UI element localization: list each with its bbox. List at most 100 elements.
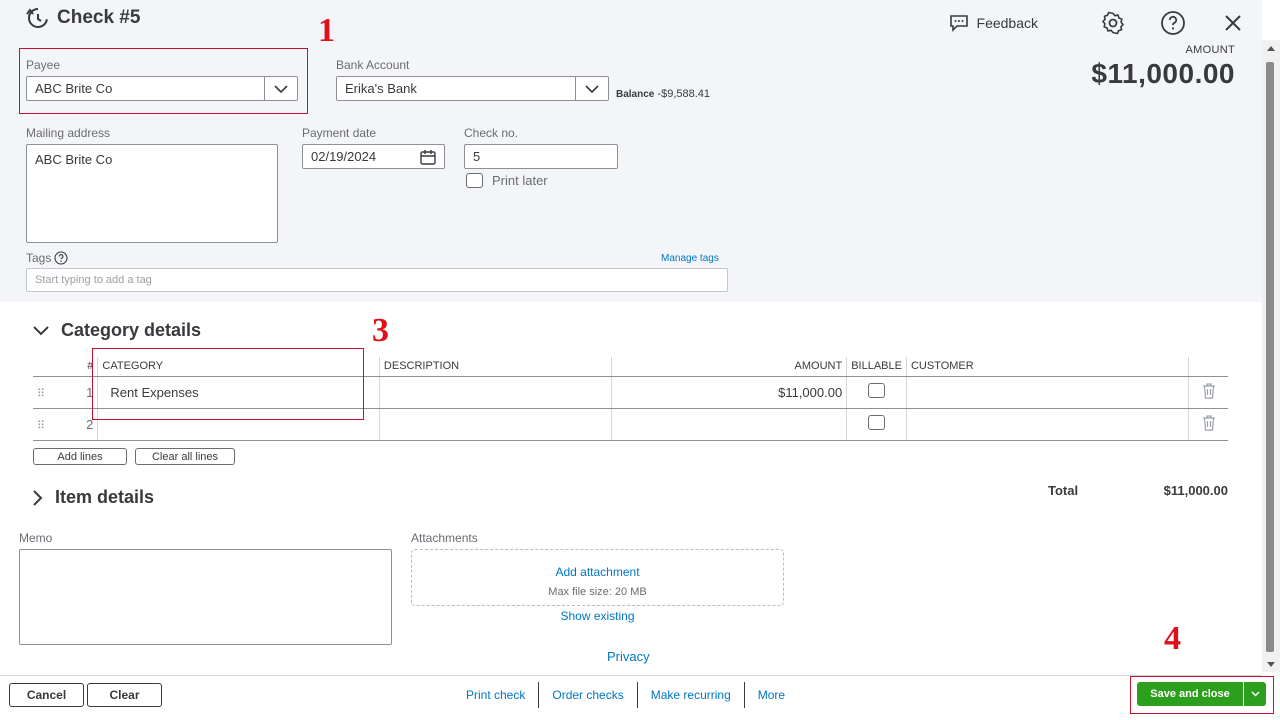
make-recurring-link[interactable]: Make recurring	[636, 682, 744, 708]
bank-account-select[interactable]: Erika's Bank	[336, 76, 609, 101]
description-cell[interactable]	[379, 408, 612, 441]
attachment-dropzone[interactable]: Add attachment Max file size: 20 MB	[411, 549, 784, 606]
scroll-down-icon[interactable]	[1267, 662, 1275, 668]
feedback-label: Feedback	[976, 15, 1038, 31]
col-header-billable: BILLABLE	[846, 357, 907, 377]
annotation-box-4	[1130, 676, 1274, 714]
customer-cell[interactable]	[906, 408, 1190, 441]
attachments-label: Attachments	[411, 531, 478, 545]
page-title: Check #5	[25, 6, 140, 30]
check-title: Check #5	[57, 7, 141, 28]
trash-icon	[1202, 382, 1215, 399]
drag-handle[interactable]: ⠿	[33, 408, 66, 441]
max-file-size: Max file size: 20 MB	[548, 586, 647, 598]
description-cell[interactable]	[379, 376, 612, 409]
mailing-address-label: Mailing address	[26, 126, 111, 140]
tags-label-group: Tags	[26, 251, 68, 265]
feedback-button[interactable]: Feedback	[949, 14, 1038, 32]
mailing-address-value: ABC Brite Co	[35, 152, 113, 167]
bank-dropdown-button[interactable]	[575, 77, 608, 100]
delete-row-button[interactable]	[1188, 376, 1228, 409]
item-details-header[interactable]: Item details	[33, 487, 154, 508]
amount-value: $11,000.00	[1091, 58, 1235, 89]
col-header-customer[interactable]: CUSTOMER	[906, 357, 1190, 377]
help-button[interactable]	[1160, 10, 1186, 36]
check-number-value: 5	[473, 149, 481, 164]
balance-value: -$9,588.41	[657, 88, 711, 100]
col-header-amount[interactable]: AMOUNT	[611, 357, 848, 377]
print-later-label: Print later	[492, 173, 548, 188]
help-icon	[1161, 11, 1185, 35]
gear-icon	[1101, 11, 1125, 35]
scrollbar-thumb[interactable]	[1266, 62, 1274, 652]
cancel-button[interactable]: Cancel	[9, 683, 84, 707]
total-label: Total	[1048, 483, 1079, 498]
mailing-address-field[interactable]: ABC Brite Co	[26, 144, 278, 243]
scroll-up-icon[interactable]	[1267, 45, 1275, 51]
chevron-down-icon	[585, 84, 599, 93]
category-details-header[interactable]: Category details	[33, 320, 201, 341]
annotation-number-4: 4	[1164, 620, 1181, 657]
close-icon	[1225, 15, 1241, 31]
total-value: $11,000.00	[1163, 483, 1228, 498]
amount-cell[interactable]	[611, 408, 848, 441]
history-icon[interactable]	[25, 6, 49, 30]
manage-tags-link[interactable]: Manage tags	[661, 253, 719, 264]
clear-button[interactable]: Clear	[87, 683, 162, 707]
billable-cell[interactable]	[846, 376, 907, 409]
help-icon[interactable]	[54, 251, 68, 265]
print-later-option[interactable]: Print later	[466, 173, 548, 188]
print-later-checkbox[interactable]	[466, 173, 483, 188]
privacy-link[interactable]: Privacy	[607, 649, 650, 664]
check-number-label: Check no.	[464, 126, 519, 140]
billable-checkbox[interactable]	[868, 415, 886, 430]
check-number-field[interactable]: 5	[464, 144, 618, 169]
payment-date-value: 02/19/2024	[311, 149, 377, 164]
grip-icon: ⠿	[37, 387, 45, 400]
billable-cell[interactable]	[846, 408, 907, 441]
annotation-box-3	[92, 348, 364, 420]
customer-cell[interactable]	[906, 376, 1190, 409]
balance-label: Balance	[616, 89, 655, 100]
order-checks-link[interactable]: Order checks	[538, 682, 636, 708]
add-lines-button[interactable]: Add lines	[33, 448, 127, 465]
payment-date-label: Payment date	[302, 126, 377, 140]
category-details-title: Category details	[61, 320, 202, 340]
tags-input[interactable]: Start typing to add a tag	[26, 268, 728, 292]
drag-col-header	[33, 357, 66, 377]
drag-handle[interactable]: ⠿	[33, 376, 66, 409]
chevron-right-icon	[33, 489, 43, 506]
annotation-box-1	[19, 48, 308, 114]
tags-placeholder: Start typing to add a tag	[35, 274, 152, 286]
add-attachment-link[interactable]: Add attachment	[412, 565, 783, 579]
billable-checkbox[interactable]	[868, 383, 886, 398]
delete-col-header	[1188, 357, 1228, 377]
header-toolbar: Feedback	[949, 10, 1246, 36]
payment-date-field[interactable]: 02/19/2024	[302, 144, 445, 169]
calendar-icon[interactable]	[420, 150, 436, 165]
feedback-icon	[949, 15, 968, 32]
balance-display: Balance -$9,588.41	[616, 88, 710, 100]
bank-account-value: Erika's Bank	[345, 81, 417, 96]
clear-all-lines-button[interactable]: Clear all lines	[135, 448, 235, 465]
scrollbar[interactable]	[1262, 40, 1280, 672]
tags-label: Tags	[26, 251, 52, 265]
chevron-down-icon	[33, 325, 49, 335]
show-existing-link[interactable]: Show existing	[411, 609, 784, 623]
settings-button[interactable]	[1100, 10, 1126, 36]
more-link[interactable]: More	[743, 682, 798, 708]
amount-cell[interactable]: $11,000.00	[611, 376, 848, 409]
print-check-link[interactable]: Print check	[453, 682, 538, 708]
footer-bar: Cancel Clear Print check Order checks Ma…	[0, 675, 1262, 720]
item-details-title: Item details	[55, 487, 155, 507]
close-button[interactable]	[1220, 10, 1246, 36]
trash-icon	[1202, 414, 1215, 431]
col-header-description[interactable]: DESCRIPTION	[379, 357, 612, 377]
footer-links: Print check Order checks Make recurring …	[453, 682, 798, 708]
memo-label: Memo	[19, 531, 53, 545]
annotation-number-1: 1	[318, 12, 335, 49]
grip-icon: ⠿	[37, 419, 45, 432]
memo-field[interactable]	[19, 549, 392, 645]
annotation-number-3: 3	[372, 312, 389, 349]
delete-row-button[interactable]	[1188, 408, 1228, 441]
